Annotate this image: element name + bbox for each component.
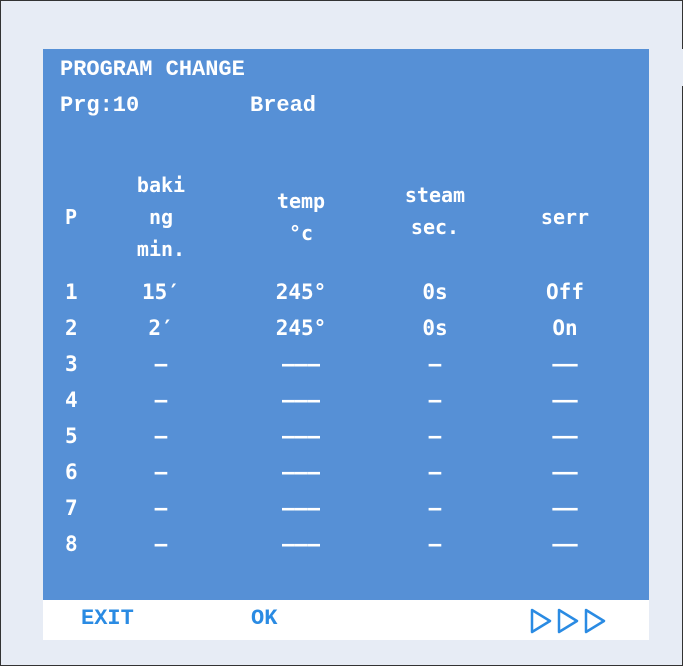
table-cell-p: 2 xyxy=(65,316,78,340)
table-row[interactable]: 3– ––– – –– xyxy=(43,347,649,382)
table-cell-temp: ––– xyxy=(282,424,320,448)
table-row[interactable]: 5– ––– – –– xyxy=(43,419,649,454)
table-cell-serr: –– xyxy=(552,532,578,556)
table-cell-steam: 0s xyxy=(422,316,448,340)
program-number: Prg:10 xyxy=(60,93,140,118)
column-header-baking: baki ng min. xyxy=(121,169,201,265)
table-cell-steam: – xyxy=(428,424,442,448)
table-cell-p: 4 xyxy=(65,388,78,412)
column-header-steam-line: sec. xyxy=(410,215,460,239)
table-cell-p: 8 xyxy=(65,532,78,556)
table-cell-steam: – xyxy=(428,352,442,376)
table-cell-temp: ––– xyxy=(282,532,320,556)
table-cell-p: 5 xyxy=(65,424,78,448)
table-cell-baking: – xyxy=(154,532,168,556)
table-cell-baking: – xyxy=(154,424,168,448)
table-row[interactable]: 6– ––– – –– xyxy=(43,455,649,490)
footer-bar: EXIT OK xyxy=(43,600,649,640)
ok-button[interactable]: OK xyxy=(251,606,277,631)
column-header-steam-line: steam xyxy=(404,183,466,207)
table-cell-steam: – xyxy=(428,496,442,520)
table-cell-serr: –– xyxy=(552,388,578,412)
table-cell-serr: –– xyxy=(552,424,578,448)
column-header-baking-line: ng xyxy=(148,205,174,229)
table-row[interactable]: 2 2′ 245° 0s On xyxy=(43,311,649,346)
table-cell-baking: – xyxy=(154,352,168,376)
column-header-serr: serr xyxy=(540,205,590,229)
window-frame: PROGRAM CHANGE Prg:10 Bread P baki ng mi… xyxy=(0,0,683,666)
table-cell-temp: ––– xyxy=(282,388,320,412)
table-row[interactable]: 1 15′ 245° 0s Off xyxy=(43,275,649,310)
table-cell-temp: ––– xyxy=(282,496,320,520)
table-cell-steam: – xyxy=(428,388,442,412)
table-cell-serr: –– xyxy=(552,460,578,484)
column-header-baking-line: baki xyxy=(136,173,186,197)
table-cell-p: 6 xyxy=(65,460,78,484)
column-header-temp: temp °c xyxy=(251,185,351,249)
table-cell-steam: – xyxy=(428,532,442,556)
table-row[interactable]: 8– ––– – –– xyxy=(43,527,649,562)
table-cell-baking: – xyxy=(154,388,168,412)
table-cell-baking: 2′ xyxy=(148,316,174,340)
table-cell-baking: 15′ xyxy=(142,280,180,304)
table-cell-serr: –– xyxy=(552,496,578,520)
screen-notch xyxy=(649,49,683,86)
table-cell-p: 7 xyxy=(65,496,78,520)
table-row[interactable]: 4– ––– – –– xyxy=(43,383,649,418)
column-header-steam: steam sec. xyxy=(385,179,485,243)
table-cell-p: 3 xyxy=(65,352,78,376)
table-cell-baking: – xyxy=(154,496,168,520)
table-cell-temp: 245° xyxy=(275,316,327,340)
program-change-screen: PROGRAM CHANGE Prg:10 Bread P baki ng mi… xyxy=(43,49,683,600)
column-header-p: P xyxy=(65,205,78,229)
table-cell-steam: – xyxy=(428,460,442,484)
table-cell-p: 1 xyxy=(65,280,78,304)
triple-play-arrow-icon[interactable] xyxy=(529,608,613,634)
table-cell-temp: ––– xyxy=(282,460,320,484)
table-cell-steam: 0s xyxy=(422,280,448,304)
table-cell-temp: 245° xyxy=(275,280,327,304)
program-name: Bread xyxy=(250,93,317,118)
column-header-baking-line: min. xyxy=(136,237,186,261)
table-row[interactable]: 7– ––– – –– xyxy=(43,491,649,526)
table-cell-serr: –– xyxy=(552,352,578,376)
table-cell-serr: Off xyxy=(546,280,584,304)
column-header-temp-line: temp xyxy=(276,189,326,213)
table-cell-temp: ––– xyxy=(282,352,320,376)
column-header-temp-line: °c xyxy=(288,221,314,245)
exit-button[interactable]: EXIT xyxy=(81,606,134,631)
table-cell-baking: – xyxy=(154,460,168,484)
table-cell-serr: On xyxy=(552,316,578,340)
page-title: PROGRAM CHANGE xyxy=(60,57,245,82)
